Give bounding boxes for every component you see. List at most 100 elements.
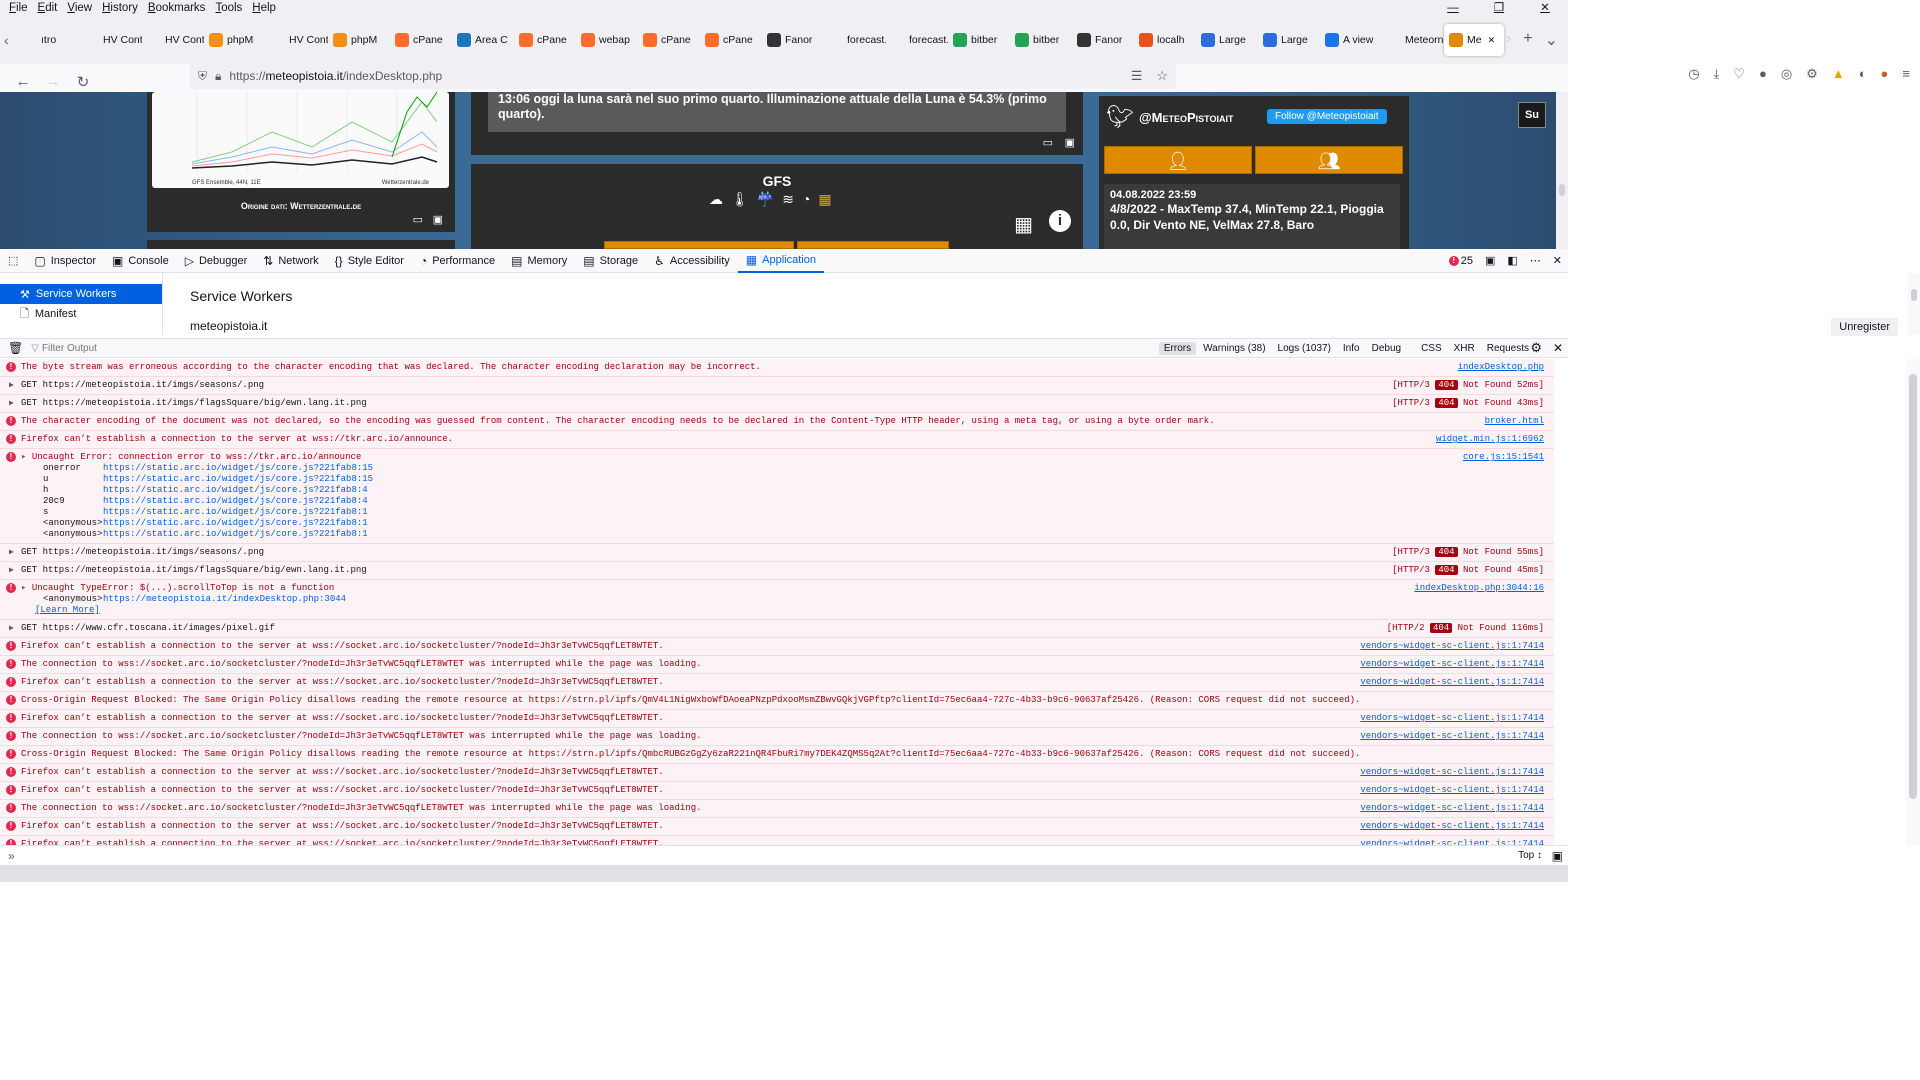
filter-input[interactable]: [38, 342, 339, 354]
tab-17[interactable]: Fanor: [1072, 24, 1134, 56]
filter-css[interactable]: CSS: [1416, 342, 1447, 355]
partly-cloudy-icon[interactable]: ☁: [709, 191, 723, 208]
close-devtools-icon[interactable]: ✕: [1553, 254, 1562, 267]
tab-application[interactable]: ▦ Application: [737, 249, 824, 273]
info-icon[interactable]: i: [1049, 210, 1071, 232]
console-scrollbar[interactable]: [1906, 359, 1920, 845]
tab-6[interactable]: cPane: [390, 24, 452, 56]
image-icon[interactable]: ▣: [433, 213, 443, 226]
filter-xhr[interactable]: XHR: [1449, 342, 1480, 355]
console-entry[interactable]: ! Firefox can’t establish a connection to…: [0, 710, 1554, 728]
thermometer-icon[interactable]: 🌡︎: [731, 191, 749, 208]
entry-source-link[interactable]: vendors~widget-sc-client.js:1:7414: [1360, 785, 1544, 796]
expand-triangle-icon[interactable]: ▶: [9, 547, 14, 558]
tab-3[interactable]: phpM: [204, 24, 266, 56]
url-bar[interactable]: ⛨ 🔒︎ https://meteopistoia.it/indexDeskto…: [190, 63, 1176, 89]
expand-triangle-icon[interactable]: ▶: [9, 398, 14, 409]
page-scrollbar[interactable]: [1556, 92, 1568, 249]
stack-link[interactable]: https://static.arc.io/widget/js/core.js?…: [103, 529, 1554, 540]
page-scrollbar-thumb[interactable]: [1559, 184, 1565, 196]
split-console-icon[interactable]: ▣: [1485, 254, 1495, 267]
restore-icon[interactable]: ❐: [1476, 0, 1522, 16]
tab-performance[interactable]: ◔ Performance: [412, 249, 503, 273]
reload-icon[interactable]: ↻: [68, 73, 98, 91]
menu-view[interactable]: View: [62, 0, 97, 16]
tab-9[interactable]: webap: [576, 24, 638, 56]
tab-14[interactable]: forecast.p: [886, 24, 948, 56]
tab-8[interactable]: cPane: [514, 24, 576, 56]
extension-icon-5[interactable]: ●: [1881, 66, 1889, 82]
close-window-icon[interactable]: ✕: [1522, 0, 1568, 16]
scroll-up-button[interactable]: Su: [1518, 102, 1546, 128]
menu-history[interactable]: History: [97, 0, 143, 16]
console-entry[interactable]: ! The byte stream was erroneous according…: [0, 359, 1554, 377]
tab-0[interactable]: ıtro: [18, 24, 80, 56]
entry-source-link[interactable]: core.js:15:1541: [1463, 452, 1544, 463]
console-input[interactable]: » Top ↕ ▣: [0, 845, 1568, 865]
extension-icon-3[interactable]: ▲: [1832, 66, 1845, 82]
console-entry[interactable]: ! The connection to wss://socket.arc.io/s…: [0, 656, 1554, 674]
console-entry[interactable]: ▶ GET https://meteopistoia.it/imgs/flagsS…: [0, 395, 1554, 413]
window-icon-2[interactable]: ▭: [1043, 136, 1053, 149]
console-entry[interactable]: ! Firefox can’t establish a connection to…: [0, 431, 1554, 449]
extension-icon-2[interactable]: ⚙: [1806, 66, 1818, 82]
tab-accessibility[interactable]: ♿︎ Accessibility: [646, 249, 738, 273]
minimize-icon[interactable]: —: [1430, 0, 1476, 16]
filter-logs[interactable]: Logs (1037): [1273, 342, 1336, 355]
tab-debugger[interactable]: ▷ Debugger: [177, 249, 256, 273]
window-icon[interactable]: ▭: [413, 213, 423, 226]
tab-13[interactable]: forecast.p: [824, 24, 886, 56]
stack-link[interactable]: https://static.arc.io/widget/js/core.js?…: [103, 463, 1554, 474]
map-icon[interactable]: ▦: [818, 191, 831, 208]
list-all-tabs-icon[interactable]: ⌄: [1545, 30, 1558, 50]
console-entry[interactable]: ! Firefox can’t establish a connection to…: [0, 638, 1554, 656]
menu-file[interactable]: File: [4, 0, 33, 16]
tab-12[interactable]: Fanor: [762, 24, 824, 56]
expand-triangle-icon[interactable]: ▶: [9, 565, 14, 576]
console-entry[interactable]: ! The character encoding of the document …: [0, 413, 1554, 431]
rain-icon[interactable]: ☔: [757, 191, 774, 208]
tab-22[interactable]: Meteorn: [1382, 24, 1444, 56]
forward-icon[interactable]: →: [38, 73, 68, 90]
console-entry[interactable]: ! ▸ Uncaught TypeError: $(...).scrollToTo…: [0, 580, 1554, 620]
console-entry[interactable]: ! Firefox can’t establish a connection to…: [0, 836, 1554, 845]
trash-icon[interactable]: 🗑︎: [0, 341, 31, 355]
entry-source-link[interactable]: vendors~widget-sc-client.js:1:7414: [1360, 767, 1544, 778]
tab-16[interactable]: bitber: [1010, 24, 1072, 56]
filter-warnings[interactable]: Warnings (38): [1198, 342, 1270, 355]
pocket-icon[interactable]: ♡: [1733, 66, 1745, 82]
stack-link[interactable]: https://meteopistoia.it/indexDesktop.php…: [103, 594, 1554, 605]
extension-icon[interactable]: ◎: [1781, 66, 1792, 82]
entry-source-link[interactable]: broker.html: [1485, 416, 1544, 427]
app-scrollbar[interactable]: [1908, 273, 1920, 335]
url-text[interactable]: https://meteopistoia.it/indexDesktop.php: [229, 69, 442, 83]
filter-requests[interactable]: Requests: [1482, 342, 1534, 355]
expand-triangle-icon[interactable]: ▸: [21, 452, 32, 462]
tab-scroll-right-icon[interactable]: ›: [1506, 30, 1511, 50]
entry-source-link[interactable]: indexDesktop.php:3044:16: [1414, 583, 1544, 594]
tab-23[interactable]: Me ✕: [1444, 24, 1504, 56]
filter-info[interactable]: Info: [1338, 342, 1365, 355]
tab-memory[interactable]: ▤ Memory: [503, 249, 575, 273]
tab-11[interactable]: cPane: [700, 24, 762, 56]
grid-icon[interactable]: ▦: [1014, 212, 1033, 237]
wind-icon[interactable]: ≋: [782, 191, 794, 208]
stack-link[interactable]: https://static.arc.io/widget/js/core.js?…: [103, 507, 1554, 518]
tab-5[interactable]: phpM: [328, 24, 390, 56]
sidebar-item-manifest[interactable]: 🗋︎ Manifest: [0, 304, 162, 324]
downloads-icon[interactable]: ⤓: [1714, 66, 1720, 82]
menu-tools[interactable]: Tools: [210, 0, 247, 16]
entry-source-link[interactable]: vendors~widget-sc-client.js:1:7414: [1360, 677, 1544, 688]
expand-triangle-icon[interactable]: ▸: [21, 583, 32, 593]
app-menu-icon[interactable]: ≡: [1902, 66, 1910, 82]
tab-15[interactable]: bitber: [948, 24, 1010, 56]
console-entry[interactable]: ! Firefox can’t establish a connection to…: [0, 674, 1554, 692]
tab-10[interactable]: cPane: [638, 24, 700, 56]
tab-19[interactable]: Large: [1196, 24, 1258, 56]
console-entry[interactable]: ! Firefox can’t establish a connection to…: [0, 764, 1554, 782]
tracking-protection-icon[interactable]: ⛨: [198, 69, 207, 84]
follow-button[interactable]: Follow @Meteopistoiait: [1267, 109, 1387, 124]
new-tab-icon[interactable]: +: [1523, 30, 1532, 50]
console-entry[interactable]: ! Firefox can’t establish a connection to…: [0, 818, 1554, 836]
pressure-icon[interactable]: ◔: [802, 191, 810, 208]
